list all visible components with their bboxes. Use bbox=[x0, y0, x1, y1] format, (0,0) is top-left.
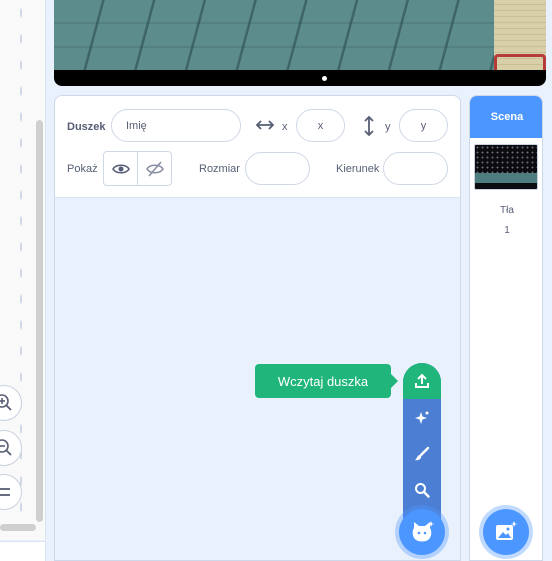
backdrops-label: Tła bbox=[500, 205, 514, 216]
stage-roof-graphic bbox=[54, 0, 494, 70]
x-placeholder: x bbox=[317, 119, 324, 132]
y-placeholder: y bbox=[420, 119, 427, 132]
show-label: Pokaż bbox=[67, 163, 98, 175]
thumbnail-roof bbox=[475, 173, 537, 183]
stage-selector[interactable]: Scena Tła 1 bbox=[469, 95, 543, 561]
code-vertical-scrollbar[interactable] bbox=[36, 120, 43, 522]
x-input[interactable]: x bbox=[296, 109, 345, 142]
search-sprite-button[interactable] bbox=[403, 472, 441, 508]
sprite-name-input[interactable]: Imię bbox=[111, 109, 241, 142]
sprite-info-fields: Duszek Imię x x y y Pokaż Rozmiar Kierun… bbox=[55, 96, 460, 198]
eye-hidden-icon bbox=[145, 160, 164, 177]
size-input[interactable] bbox=[245, 152, 310, 185]
hide-sprite-button[interactable] bbox=[137, 151, 172, 186]
upload-sprite-tooltip: Wczytaj duszka bbox=[255, 364, 398, 398]
bottom-bar bbox=[0, 541, 46, 561]
zoom-in-icon bbox=[0, 394, 12, 411]
thumbnail-dots bbox=[475, 145, 537, 173]
direction-input[interactable] bbox=[383, 152, 448, 185]
surprise-sprite-button[interactable] bbox=[403, 400, 441, 436]
sprite-name-placeholder: Imię bbox=[126, 119, 147, 132]
zoom-out-icon bbox=[0, 439, 12, 456]
search-icon bbox=[415, 483, 430, 498]
stage-canvas[interactable] bbox=[54, 0, 546, 86]
show-sprite-button[interactable] bbox=[103, 151, 138, 186]
code-area[interactable] bbox=[0, 0, 46, 540]
stage-thumbnail[interactable] bbox=[474, 144, 538, 190]
horizontal-arrows-icon bbox=[256, 120, 274, 130]
paint-sprite-button[interactable] bbox=[403, 436, 441, 472]
vertical-arrows-icon bbox=[364, 116, 374, 136]
eye-icon bbox=[111, 163, 130, 174]
direction-label: Kierunek bbox=[336, 163, 380, 175]
size-label: Rozmiar bbox=[199, 163, 240, 175]
choose-backdrop-button[interactable] bbox=[483, 509, 529, 555]
stage-railing-graphic bbox=[494, 54, 546, 70]
y-input[interactable]: y bbox=[399, 109, 448, 142]
x-label: x bbox=[282, 121, 288, 133]
paint-icon bbox=[415, 446, 430, 461]
sprite-info-panel: Duszek Imię x x y y Pokaż Rozmiar Kierun… bbox=[54, 95, 461, 561]
sprite-label: Duszek bbox=[67, 121, 106, 133]
choose-backdrop-icon bbox=[496, 521, 518, 540]
zoom-reset-icon bbox=[0, 488, 10, 496]
backdrops-count: 1 bbox=[504, 225, 510, 236]
upload-sprite-button[interactable] bbox=[403, 363, 441, 399]
y-label: y bbox=[385, 121, 391, 133]
code-horizontal-scrollbar[interactable] bbox=[0, 524, 36, 531]
surprise-icon bbox=[415, 411, 429, 424]
scratch-editor: Duszek Imię x x y y Pokaż Rozmiar Kierun… bbox=[0, 0, 552, 561]
stage-center-dot bbox=[322, 76, 327, 81]
upload-icon bbox=[415, 373, 429, 388]
choose-sprite-icon bbox=[412, 521, 435, 542]
choose-sprite-button[interactable] bbox=[399, 509, 445, 555]
stage-header: Scena bbox=[470, 96, 542, 138]
